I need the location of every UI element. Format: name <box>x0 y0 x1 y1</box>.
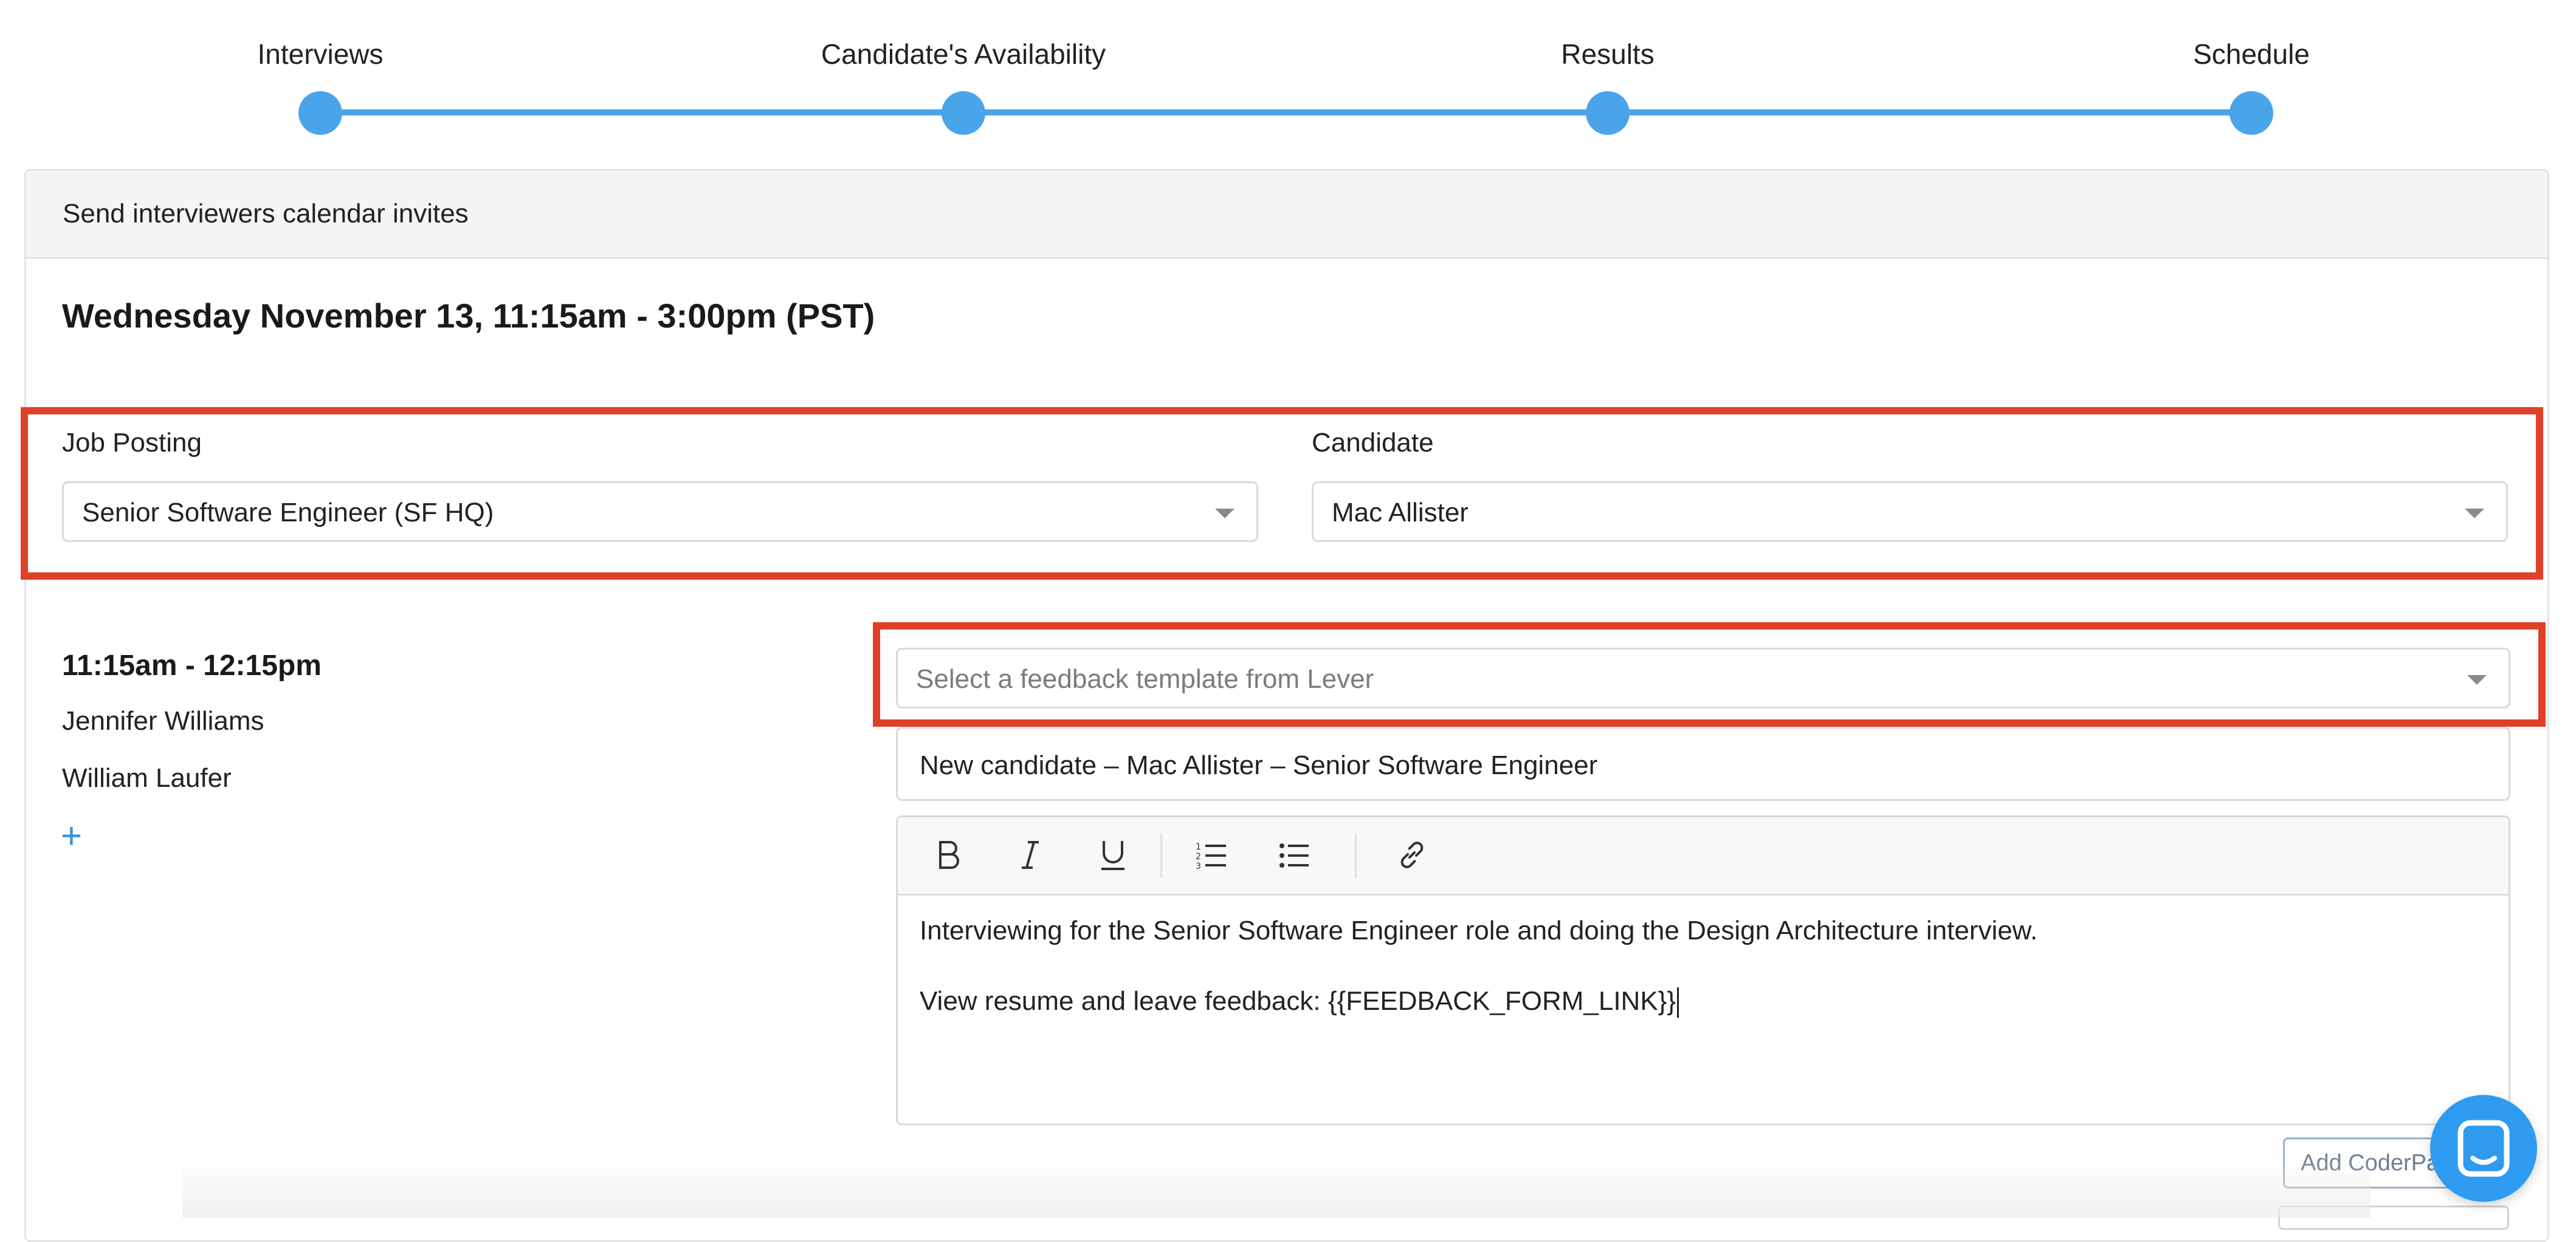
toolbar-divider <box>1160 833 1162 878</box>
progress-stepper: Interviews Candidate's Availability Resu… <box>0 0 2576 158</box>
toolbar-divider <box>1355 833 1357 878</box>
candidate-value: Mac Allister <box>1332 498 1469 527</box>
secondary-button[interactable] <box>2278 1206 2509 1230</box>
schedule-date-title: Wednesday November 13, 11:15am - 3:00pm … <box>62 297 875 335</box>
candidate-select[interactable]: Mac Allister <box>1312 481 2508 542</box>
candidate-label: Candidate <box>1312 428 1434 458</box>
step-dot-interviews[interactable] <box>298 91 342 135</box>
svg-text:3: 3 <box>1196 862 1201 869</box>
italic-icon[interactable] <box>1011 835 1050 874</box>
ordered-list-icon[interactable]: 123 <box>1192 835 1231 874</box>
bullet-list-icon[interactable] <box>1275 835 1314 874</box>
stepper-track <box>320 109 2252 115</box>
chat-launcher-button[interactable] <box>2430 1095 2537 1202</box>
add-interviewer-button[interactable]: + <box>61 818 82 854</box>
svg-text:2: 2 <box>1196 852 1201 862</box>
interviewer-name: Jennifer Williams <box>62 706 264 736</box>
chevron-down-icon <box>2467 675 2487 685</box>
chevron-down-icon <box>1215 509 1235 518</box>
svg-text:1: 1 <box>1196 842 1201 852</box>
invite-body-editor[interactable]: 123 Interviewing for the Senior Software… <box>896 815 2510 1125</box>
step-dot-availability[interactable] <box>942 91 985 135</box>
step-label-results: Results <box>1561 38 1655 70</box>
interview-time-slot: 11:15am - 12:15pm <box>62 650 322 682</box>
text-cursor <box>1677 987 1679 1018</box>
job-posting-value: Senior Software Engineer (SF HQ) <box>82 498 494 527</box>
chat-bubble-icon <box>2457 1120 2510 1177</box>
interviewer-name: William Laufer <box>62 763 232 793</box>
feedback-template-placeholder: Select a feedback template from Lever <box>916 664 1374 694</box>
underline-icon[interactable] <box>1093 835 1132 874</box>
invite-subject-value: New candidate – Mac Allister – Senior So… <box>920 750 1598 780</box>
editor-body-line: Interviewing for the Senior Software Eng… <box>920 916 2038 945</box>
editor-toolbar: 123 <box>898 817 2509 896</box>
feedback-template-select[interactable]: Select a feedback template from Lever <box>896 648 2510 708</box>
add-coderpad-label: Add CoderPad <box>2301 1150 2453 1176</box>
step-label-schedule: Schedule <box>2193 38 2310 70</box>
card-header-title: Send interviewers calendar invites <box>63 199 469 228</box>
invite-subject-input[interactable]: New candidate – Mac Allister – Senior So… <box>896 727 2510 801</box>
card-header: Send interviewers calendar invites <box>26 171 2547 259</box>
bold-icon[interactable] <box>929 835 968 874</box>
job-posting-label: Job Posting <box>62 428 202 458</box>
step-label-availability: Candidate's Availability <box>821 38 1106 70</box>
editor-body-text: View resume and leave feedback: {{FEEDBA… <box>920 986 1676 1016</box>
editor-body-line: View resume and leave feedback: {{FEEDBA… <box>920 986 1679 1018</box>
step-dot-schedule[interactable] <box>2230 91 2273 135</box>
step-dot-results[interactable] <box>1586 91 1630 135</box>
job-posting-select[interactable]: Senior Software Engineer (SF HQ) <box>62 481 1258 542</box>
chevron-down-icon <box>2465 509 2484 518</box>
step-label-interviews: Interviews <box>257 38 384 70</box>
link-icon[interactable] <box>1393 835 1431 874</box>
